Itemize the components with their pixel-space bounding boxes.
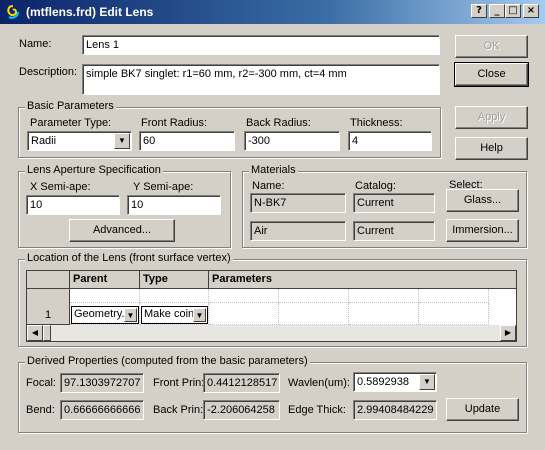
front-prin-value: 0.4412128517: [203, 373, 280, 393]
chevron-down-icon[interactable]: ▼: [193, 308, 206, 322]
focal-value: 97.1303972707: [60, 373, 144, 393]
wavlen-label: Wavlen(um):: [288, 377, 350, 389]
glass-catalog-field: Current: [353, 193, 435, 213]
materials-title: Materials: [249, 164, 298, 176]
immersion-name-field: Air: [250, 221, 346, 241]
bend-label: Bend:: [26, 404, 55, 416]
apply-button[interactable]: Apply: [455, 106, 528, 129]
name-label: Name:: [19, 38, 52, 50]
grid-header-parameters[interactable]: Parameters: [209, 271, 516, 289]
y-semi-ape-label: Y Semi-ape:: [133, 181, 194, 193]
grid-header-parent[interactable]: Parent: [70, 271, 140, 289]
parameter-type-label: Parameter Type:: [30, 117, 112, 129]
close-button[interactable]: Close: [454, 62, 529, 87]
type-value: Make coin: [144, 308, 195, 320]
update-button[interactable]: Update: [446, 398, 519, 421]
type-select[interactable]: Make coin ▼: [141, 306, 208, 324]
grid-cell[interactable]: [419, 303, 489, 325]
back-prin-value: -2.206064258: [203, 400, 280, 420]
wavlen-select[interactable]: 0.5892938 ▼: [353, 372, 437, 392]
app-swirl-icon: [7, 5, 19, 19]
y-semi-ape-input[interactable]: 10: [127, 195, 221, 215]
grid-cell[interactable]: [349, 303, 419, 325]
maximize-button[interactable]: □: [505, 4, 521, 18]
edge-thick-label: Edge Thick:: [288, 404, 346, 416]
immersion-button[interactable]: Immersion...: [446, 219, 519, 242]
grid-cell: [209, 289, 279, 303]
bend-value: 0.66666666666: [60, 400, 144, 420]
front-radius-input[interactable]: 60: [139, 131, 235, 151]
thickness-input[interactable]: 4: [348, 131, 432, 151]
description-label: Description:: [19, 66, 78, 78]
close-window-button[interactable]: ×: [523, 4, 539, 18]
grid-corner: [27, 271, 70, 289]
help-context-button[interactable]: ?: [471, 4, 487, 18]
window-title: (mtflens.frd) Edit Lens: [26, 5, 154, 19]
title-bar[interactable]: (mtflens.frd) Edit Lens ? _ □ ×: [0, 0, 545, 24]
minimize-button[interactable]: _: [489, 4, 505, 18]
glass-button[interactable]: Glass...: [446, 189, 519, 212]
name-input[interactable]: Lens 1: [82, 35, 440, 55]
derived-title: Derived Properties (computed from the ba…: [25, 355, 310, 367]
material-name-label: Name:: [252, 180, 285, 192]
grid-row-number[interactable]: 1: [27, 289, 70, 325]
back-radius-label: Back Radius:: [246, 117, 311, 129]
parent-value: Geometry.: [74, 308, 125, 320]
grid-cell: [349, 289, 419, 303]
edge-thick-value: 2.99408484229: [353, 400, 437, 420]
description-input[interactable]: simple BK7 singlet: r1=60 mm, r2=-300 mm…: [82, 64, 440, 95]
back-radius-input[interactable]: -300: [244, 131, 340, 151]
chevron-down-icon[interactable]: ▼: [419, 374, 435, 390]
location-title: Location of the Lens (front surface vert…: [25, 252, 233, 264]
wavlen-value: 0.5892938: [357, 376, 409, 388]
aperture-title: Lens Aperture Specification: [25, 164, 163, 176]
material-catalog-label: Catalog:: [355, 180, 396, 192]
grid-header-type[interactable]: Type: [140, 271, 209, 289]
x-semi-ape-input[interactable]: 10: [26, 195, 120, 215]
basic-parameters-title: Basic Parameters: [25, 100, 116, 112]
scroll-right-icon[interactable]: ▶: [500, 325, 516, 341]
grid-cell[interactable]: [279, 303, 349, 325]
ok-button[interactable]: OK: [455, 35, 528, 58]
advanced-button[interactable]: Advanced...: [69, 219, 175, 242]
location-grid[interactable]: Parent Type Parameters 1 Geometry. ▼ Mak…: [26, 270, 517, 342]
grid-cell[interactable]: [209, 303, 279, 325]
focal-label: Focal:: [26, 377, 56, 389]
horizontal-scrollbar[interactable]: ◀ ▶: [27, 325, 516, 341]
front-radius-label: Front Radius:: [141, 117, 208, 129]
grid-cell: [140, 289, 209, 303]
parameter-type-select[interactable]: Radii ▼: [27, 131, 132, 151]
front-prin-label: Front Prin:: [153, 377, 205, 389]
x-semi-ape-label: X Semi-ape:: [30, 181, 91, 193]
scroll-left-icon[interactable]: ◀: [27, 325, 43, 341]
glass-name-field: N-BK7: [250, 193, 346, 213]
grid-cell: [70, 289, 140, 303]
back-prin-label: Back Prin:: [153, 404, 204, 416]
scroll-thumb[interactable]: [43, 325, 51, 341]
thickness-label: Thickness:: [350, 117, 403, 129]
grid-cell: [419, 289, 489, 303]
parent-select[interactable]: Geometry. ▼: [71, 306, 139, 324]
immersion-catalog-field: Current: [353, 221, 435, 241]
grid-cell: [279, 289, 349, 303]
help-button[interactable]: Help: [455, 137, 528, 160]
chevron-down-icon[interactable]: ▼: [124, 308, 137, 322]
parameter-type-value: Radii: [31, 135, 57, 147]
chevron-down-icon[interactable]: ▼: [114, 133, 130, 149]
